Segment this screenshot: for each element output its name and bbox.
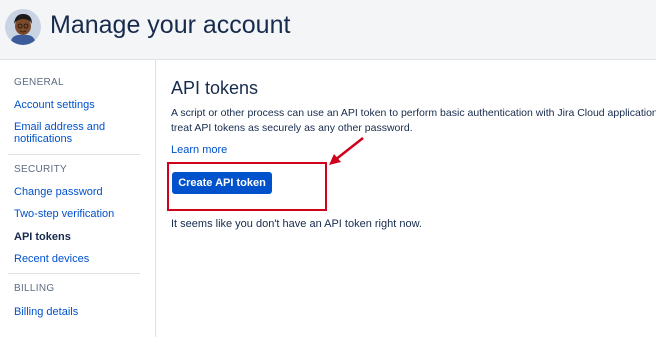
description-line: treat API tokens as securely as any othe… <box>171 122 413 134</box>
page-title: Manage your account <box>50 11 291 39</box>
sidebar-item-api-tokens[interactable]: API tokens <box>14 231 134 243</box>
sidebar-heading-general: GENERAL <box>14 77 64 88</box>
create-api-token-button[interactable]: Create API token <box>172 172 272 194</box>
sidebar-heading-security: SECURITY <box>14 164 67 175</box>
sidebar-item-recent-devices[interactable]: Recent devices <box>14 253 134 265</box>
learn-more-link[interactable]: Learn more <box>171 144 227 156</box>
sidebar-divider <box>8 273 140 274</box>
sidebar-nav: GENERAL Account settings Email address a… <box>0 60 156 337</box>
section-title: API tokens <box>171 78 259 98</box>
account-page: Manage your account GENERAL Account sett… <box>0 0 656 337</box>
annotation-arrow-icon <box>329 137 364 165</box>
sidebar-item-two-step-verification[interactable]: Two-step verification <box>14 208 134 220</box>
page-header: Manage your account <box>0 0 656 60</box>
avatar[interactable] <box>5 9 41 45</box>
main-content: API tokens A script or other process can… <box>156 60 656 337</box>
description-line: A script or other process can use an API… <box>171 107 656 119</box>
empty-state-message: It seems like you don't have an API toke… <box>171 218 422 230</box>
sidebar-item-change-password[interactable]: Change password <box>14 186 134 198</box>
sidebar-item-billing-details[interactable]: Billing details <box>14 306 134 318</box>
sidebar-heading-billing: BILLING <box>14 283 55 294</box>
sidebar-item-account-settings[interactable]: Account settings <box>14 99 134 111</box>
sidebar-divider <box>8 154 140 155</box>
avatar-image <box>5 9 41 45</box>
section-description: A script or other process can use an API… <box>171 106 656 136</box>
sidebar-item-email-notifications[interactable]: Email address and notifications <box>14 121 134 145</box>
